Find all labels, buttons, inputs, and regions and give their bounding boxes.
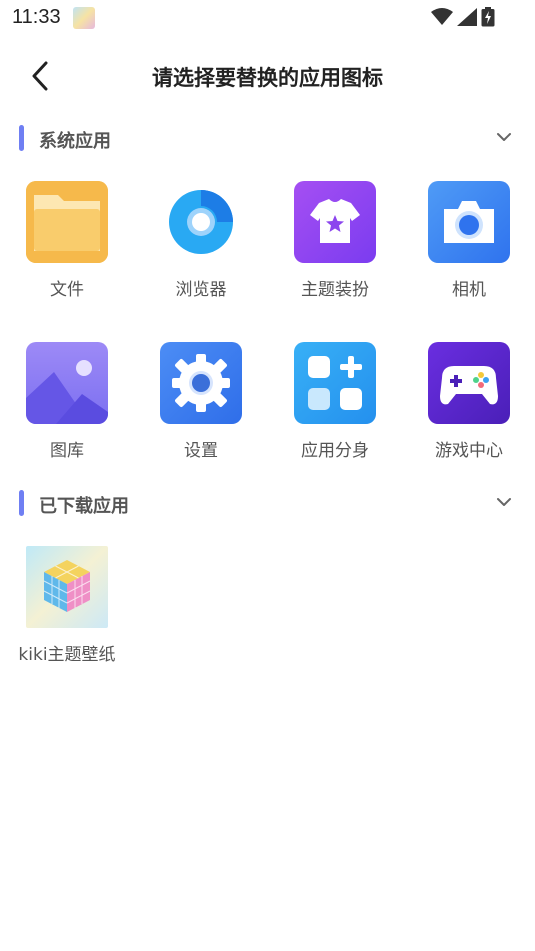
section-accent-bar <box>19 490 24 516</box>
section-header-downloaded: 已下载应用 <box>0 488 535 518</box>
app-item-clone[interactable]: 应用分身 <box>268 342 398 472</box>
section-header-system: 系统应用 <box>0 123 535 153</box>
status-icons <box>431 6 495 28</box>
app-item-files[interactable]: 文件 <box>0 181 130 311</box>
app-label: 文件 <box>50 280 84 300</box>
app-item-theme[interactable]: 主题装扮 <box>268 181 398 311</box>
status-bar: 11:33 <box>0 0 535 36</box>
app-item-gallery[interactable]: 图库 <box>0 342 130 472</box>
notification-app-icon <box>73 7 95 29</box>
camera-icon <box>428 181 510 263</box>
wifi-icon <box>431 8 453 25</box>
app-clone-icon <box>294 342 376 424</box>
section-title: 已下载应用 <box>39 496 129 517</box>
folder-icon <box>26 181 108 263</box>
gamepad-icon <box>428 342 510 424</box>
section-title: 系统应用 <box>39 131 111 152</box>
gear-icon <box>160 342 242 424</box>
status-time: 11:33 <box>12 6 61 28</box>
app-item-kiki[interactable]: kiki主题壁纸 <box>0 546 130 676</box>
app-label: 游戏中心 <box>435 441 503 461</box>
battery-charging-icon <box>481 7 495 27</box>
app-label: 图库 <box>50 441 84 461</box>
rubik-cube-icon <box>26 546 108 628</box>
gallery-icon <box>26 342 108 424</box>
section-accent-bar <box>19 125 24 151</box>
chevron-down-icon[interactable] <box>495 129 513 145</box>
tshirt-icon <box>294 181 376 263</box>
app-label: 设置 <box>184 441 218 461</box>
browser-icon <box>160 181 242 263</box>
app-item-browser[interactable]: 浏览器 <box>134 181 264 311</box>
app-label: 浏览器 <box>175 280 227 300</box>
page-title: 请选择要替换的应用图标 <box>152 66 383 90</box>
app-label: 相机 <box>452 280 486 300</box>
chevron-down-icon[interactable] <box>495 494 513 510</box>
app-item-settings[interactable]: 设置 <box>134 342 264 472</box>
app-label: 应用分身 <box>301 441 369 461</box>
header: 请选择要替换的应用图标 <box>0 48 535 104</box>
app-item-game-center[interactable]: 游戏中心 <box>402 342 532 472</box>
app-label: kiki主题壁纸 <box>18 645 116 665</box>
app-item-camera[interactable]: 相机 <box>402 181 532 311</box>
signal-icon <box>457 8 477 26</box>
app-label: 主题装扮 <box>301 280 369 300</box>
